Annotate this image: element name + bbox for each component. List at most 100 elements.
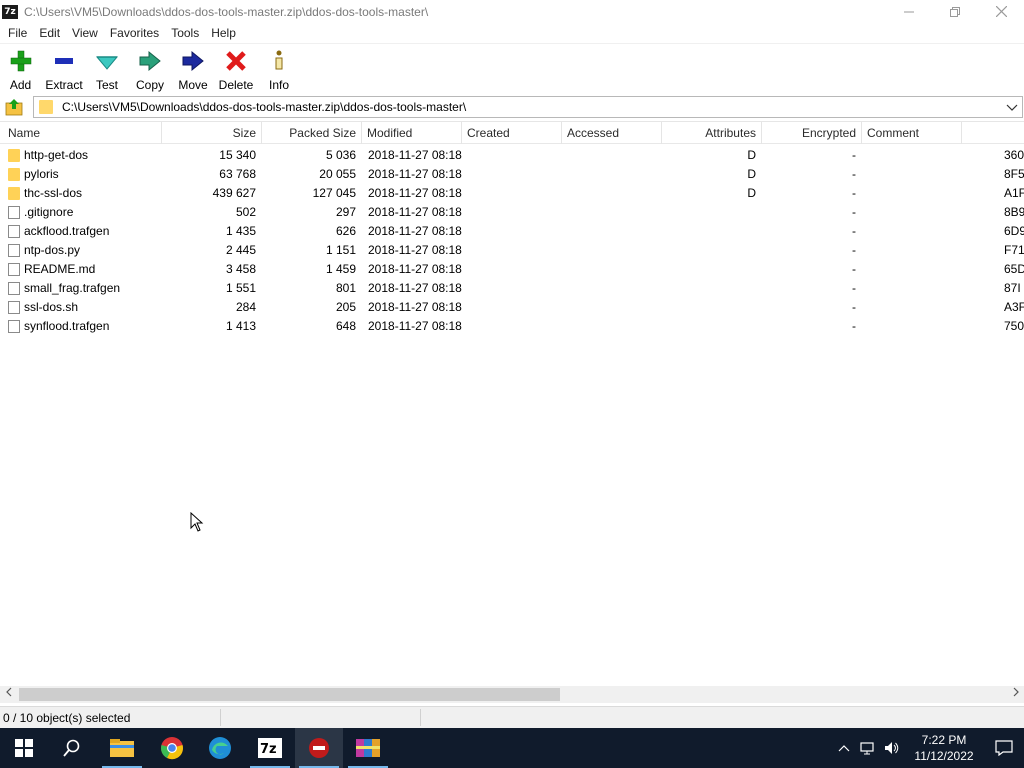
info-icon [267,49,291,73]
file-attributes [662,298,756,317]
file-encrypted: - [852,300,856,314]
file-packed-size: 20 055 [319,167,356,181]
table-row[interactable]: small_frag.trafgen 1 551 801 2018-11-27 08:… [0,279,1024,298]
file-attributes: D [747,148,756,162]
chevron-down-icon [1006,104,1018,111]
close-button[interactable] [978,0,1024,23]
file-crc: 87I [1004,281,1021,295]
file-name: .gitignore [24,205,74,219]
file-attributes [662,222,756,241]
file-encrypted: - [852,167,856,181]
copy-button[interactable]: Copy [127,44,173,96]
test-button[interactable]: Test [87,44,127,96]
network-button[interactable] [856,728,880,768]
horizontal-scrollbar[interactable] [0,686,1024,703]
address-dropdown-button[interactable] [1006,100,1018,114]
menu-help[interactable]: Help [205,23,242,43]
up-folder-icon [5,99,23,116]
info-button[interactable]: Info [259,44,299,96]
clock[interactable]: 7:22 PM 11/12/2022 [904,732,984,764]
table-row[interactable]: synflood.trafgen 1 413 648 2018-11-27 08:18… [0,317,1024,336]
test-check-icon [95,49,119,73]
scroll-thumb[interactable] [19,688,560,701]
file-modified: 2018-11-27 08:18 [368,148,462,162]
file-modified: 2018-11-27 08:18 [368,167,462,181]
edge-icon [209,737,231,759]
start-button[interactable] [0,728,48,768]
file-explorer-icon [110,739,134,757]
file-packed-size: 205 [335,300,356,314]
col-modified[interactable]: Modified [362,122,462,144]
chrome-icon [161,737,183,760]
table-row[interactable]: pyloris 63 768 20 055 2018-11-27 08:18 D - 8F5 [0,165,1024,184]
file-name: http-get-dos [24,148,89,162]
folder-icon [8,149,20,162]
table-row[interactable]: ssl-dos.sh 284 205 2018-11-27 08:18 - A3F [0,298,1024,317]
taskbar-winrar[interactable] [344,728,392,768]
scroll-right-button[interactable] [1007,686,1024,703]
menu-file[interactable]: File [2,23,33,43]
folder-icon [39,100,53,114]
file-name: thc-ssl-dos [24,186,83,200]
table-row[interactable]: thc-ssl-dos 439 627 127 045 2018-11-27 08:1… [0,184,1024,203]
file-icon [8,263,20,276]
menu-bar: File Edit View Favorites Tools Help [0,23,1024,43]
file-crc: A3F [1004,300,1024,314]
menu-favorites[interactable]: Favorites [104,23,165,43]
file-list[interactable]: Name Size Packed Size Modified Created A… [0,121,1024,686]
col-accessed[interactable]: Accessed [562,122,662,144]
delete-button[interactable]: Delete [213,44,259,96]
file-size: 1 413 [225,319,256,333]
delete-label: Delete [218,78,254,92]
add-button[interactable]: Add [0,44,41,96]
file-crc: 8B9 [1004,205,1024,219]
move-button[interactable]: Move [173,44,213,96]
table-row[interactable]: ackflood.trafgen 1 435 626 2018-11-27 08:18… [0,222,1024,241]
col-name[interactable]: Name [3,122,162,144]
search-button[interactable] [48,728,96,768]
file-crc: 8F5 [1004,167,1024,181]
table-row[interactable]: .gitignore 502 297 2018-11-27 08:18 - 8B9 [0,203,1024,222]
taskbar-7zip[interactable]: 7z [246,728,294,768]
col-created[interactable]: Created [462,122,562,144]
restore-button[interactable] [932,0,978,23]
file-name: ssl-dos.sh [24,300,79,314]
col-encrypted[interactable]: Encrypted [762,122,862,144]
file-size: 1 435 [225,224,256,238]
scroll-left-button[interactable] [0,686,17,703]
taskbar-chrome[interactable] [148,728,196,768]
file-icon [8,206,20,219]
copy-label: Copy [135,78,164,92]
col-attributes[interactable]: Attributes [662,122,762,144]
table-row[interactable]: README.md 3 458 1 459 2018-11-27 08:18 - 65D [0,260,1024,279]
taskbar-file-explorer[interactable] [98,728,146,768]
test-label: Test [95,78,118,92]
file-attributes: D [747,167,756,181]
tray-overflow-button[interactable] [832,728,856,768]
volume-button[interactable] [880,728,904,768]
file-modified: 2018-11-27 08:18 [368,186,462,200]
menu-view[interactable]: View [66,23,104,43]
table-row[interactable]: ntp-dos.py 2 445 1 151 2018-11-27 08:18 - F71 [0,241,1024,260]
taskbar-edge[interactable] [196,728,244,768]
address-bar[interactable]: C:\Users\VM5\Downloads\ddos-dos-tools-ma… [33,96,1023,118]
file-icon [8,225,20,238]
minus-icon [52,49,76,73]
file-encrypted: - [852,224,856,238]
up-folder-button[interactable] [3,96,25,118]
col-size[interactable]: Size [162,122,262,144]
window-controls [886,0,1024,23]
table-row[interactable]: http-get-dos 15 340 5 036 2018-11-27 08:18 D… [0,146,1024,165]
file-encrypted: - [852,262,856,276]
notification-button[interactable] [984,728,1024,768]
file-size: 15 340 [219,148,256,162]
col-comment[interactable]: Comment [862,122,962,144]
menu-edit[interactable]: Edit [33,23,66,43]
menu-tools[interactable]: Tools [165,23,205,43]
taskbar-red-app[interactable] [295,728,343,768]
minimize-button[interactable] [886,0,932,23]
col-packed-size[interactable]: Packed Size [262,122,362,144]
svg-text:7z: 7z [260,742,277,757]
extract-button[interactable]: Extract [41,44,87,96]
move-label: Move [178,78,208,92]
